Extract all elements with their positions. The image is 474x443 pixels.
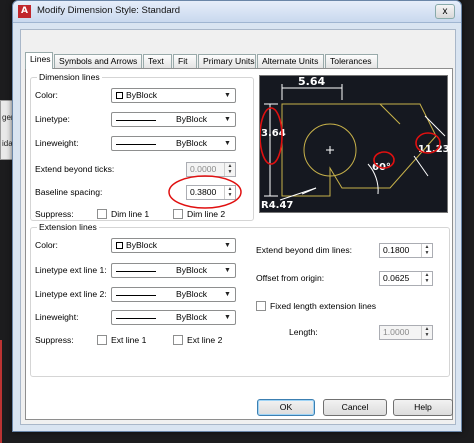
select-value: ByBlock [176,312,208,322]
chevron-down-icon: ▼ [224,116,231,123]
ext-line-2-checkbox[interactable] [173,335,183,345]
dim-line-2-checkbox[interactable] [173,209,183,219]
line-sample [116,318,156,319]
tab-symbols-and-arrows[interactable]: Symbols and Arrows [54,54,142,68]
tab-primary-units[interactable]: Primary Units [198,54,256,68]
red-circle-annotation [168,175,242,209]
dimension-lines-group: Dimension lines Color: ByBlock ▼ Linetyp… [30,72,254,221]
group-label: Extension lines [37,222,99,232]
linetype-label: Linetype: [35,114,70,124]
dialog-body: Lines Symbols and Arrows Text Fit Primar… [20,29,456,425]
offset-from-origin-label: Offset from origin: [256,273,325,283]
color-swatch [116,92,123,99]
dim-text-right: 11.23 [418,144,449,155]
fixed-length-checkbox[interactable] [256,301,266,311]
chevron-down-icon: ▼ [224,242,231,249]
line-sample [116,271,156,272]
preview-drawing: 5.64 3.64 11.23 60° R4.47 [259,75,450,211]
spinner-arrows-icon: ▲ ▼ [421,326,432,339]
spinner-value: 1.0000 [383,327,410,337]
color-label: Color: [35,90,58,100]
select-value: ByBlock [176,289,208,299]
help-button[interactable]: Help [393,399,453,416]
ext-line-1-label: Ext line 1 [111,335,147,345]
select-value: ByBlock [126,240,158,250]
spinner-value: 0.0000 [190,164,217,174]
select-value: ByBlock [176,138,208,148]
spinner-value: 0.0625 [383,273,410,283]
color-swatch [116,242,123,249]
offset-from-origin-spinner[interactable]: 0.0625 ▲ ▼ [379,271,433,286]
chevron-down-icon: ▼ [224,314,231,321]
chevron-down-icon: ▼ [224,140,231,147]
dim-text-radius: R4.47 [261,200,293,211]
dim-line-1-checkbox[interactable] [97,209,107,219]
select-value: ByBlock [176,265,208,275]
linetype-ext-line-1-label: Linetype ext line 1: [35,265,107,275]
spinner-arrows-icon[interactable]: ▲ ▼ [421,272,432,285]
ext-suppress-label: Suppress: [35,335,74,345]
ext-lineweight-select[interactable]: ByBlock ▼ [111,310,236,325]
dim-lineweight-select[interactable]: ByBlock ▼ [111,136,236,151]
group-label: Dimension lines [37,72,102,82]
suppress-label: Suppress: [35,209,74,219]
tab-fit[interactable]: Fit [173,54,197,68]
length-label: Length: [289,327,318,337]
select-value: ByBlock [126,90,158,100]
ext-color-select[interactable]: ByBlock ▼ [111,238,236,253]
lineweight-label: Lineweight: [35,138,79,148]
dimension-preview: 5.64 3.64 11.23 60° R4.47 [259,75,450,213]
ext-color-label: Color: [35,240,58,250]
baseline-spacing-label: Baseline spacing: [35,187,103,197]
ok-button[interactable]: OK [257,399,315,416]
spinner-arrows-icon[interactable]: ▲ ▼ [421,244,432,257]
tab-tolerances[interactable]: Tolerances [325,54,378,68]
linetype-ext-line-2-label: Linetype ext line 2: [35,289,107,299]
extend-beyond-ticks-label: Extend beyond ticks: [35,164,115,174]
ext-lineweight-label: Lineweight: [35,312,79,322]
extend-beyond-dim-lines-label: Extend beyond dim lines: [256,245,353,255]
line-sample [116,295,156,296]
cancel-button[interactable]: Cancel [323,399,387,416]
dim-linetype-select[interactable]: ByBlock ▼ [111,112,236,127]
title-bar[interactable]: A Modify Dimension Style: Standard x [13,1,461,23]
length-spinner: 1.0000 ▲ ▼ [379,325,433,340]
spinner-value: 0.1800 [383,245,410,255]
app-logo-icon: A [18,5,31,18]
extension-lines-group: Extension lines Color: ByBlock ▼ Linetyp… [30,222,450,377]
dim-text-top: 5.64 [298,76,325,88]
line-sample [116,144,156,145]
screen: ger idar A Modify Dimension Style: Stand… [0,0,474,443]
dim-line-1-label: Dim line 1 [111,209,150,219]
dim-color-select[interactable]: ByBlock ▼ [111,88,236,103]
ext-line-2-label: Ext line 2 [187,335,223,345]
extend-beyond-dim-lines-spinner[interactable]: 0.1800 ▲ ▼ [379,243,433,258]
lines-tab-page: Dimension lines Color: ByBlock ▼ Linetyp… [25,68,453,420]
select-value: ByBlock [176,114,208,124]
close-icon[interactable]: x [435,4,455,19]
linetype-ext-line-1-select[interactable]: ByBlock ▼ [111,263,236,278]
modify-dimension-style-dialog: A Modify Dimension Style: Standard x Lin… [12,0,462,432]
tab-lines[interactable]: Lines [25,52,53,69]
ext-line-1-checkbox[interactable] [97,335,107,345]
window-title: Modify Dimension Style: Standard [37,5,181,16]
tab-text[interactable]: Text [143,54,172,68]
line-sample [116,120,156,121]
chevron-down-icon: ▼ [224,92,231,99]
dim-line-2-label: Dim line 2 [187,209,226,219]
linetype-ext-line-2-select[interactable]: ByBlock ▼ [111,287,236,302]
chevron-down-icon: ▼ [224,291,231,298]
fixed-length-label: Fixed length extension lines [270,301,377,311]
tab-alternate-units[interactable]: Alternate Units [257,54,324,68]
chevron-down-icon: ▼ [224,267,231,274]
